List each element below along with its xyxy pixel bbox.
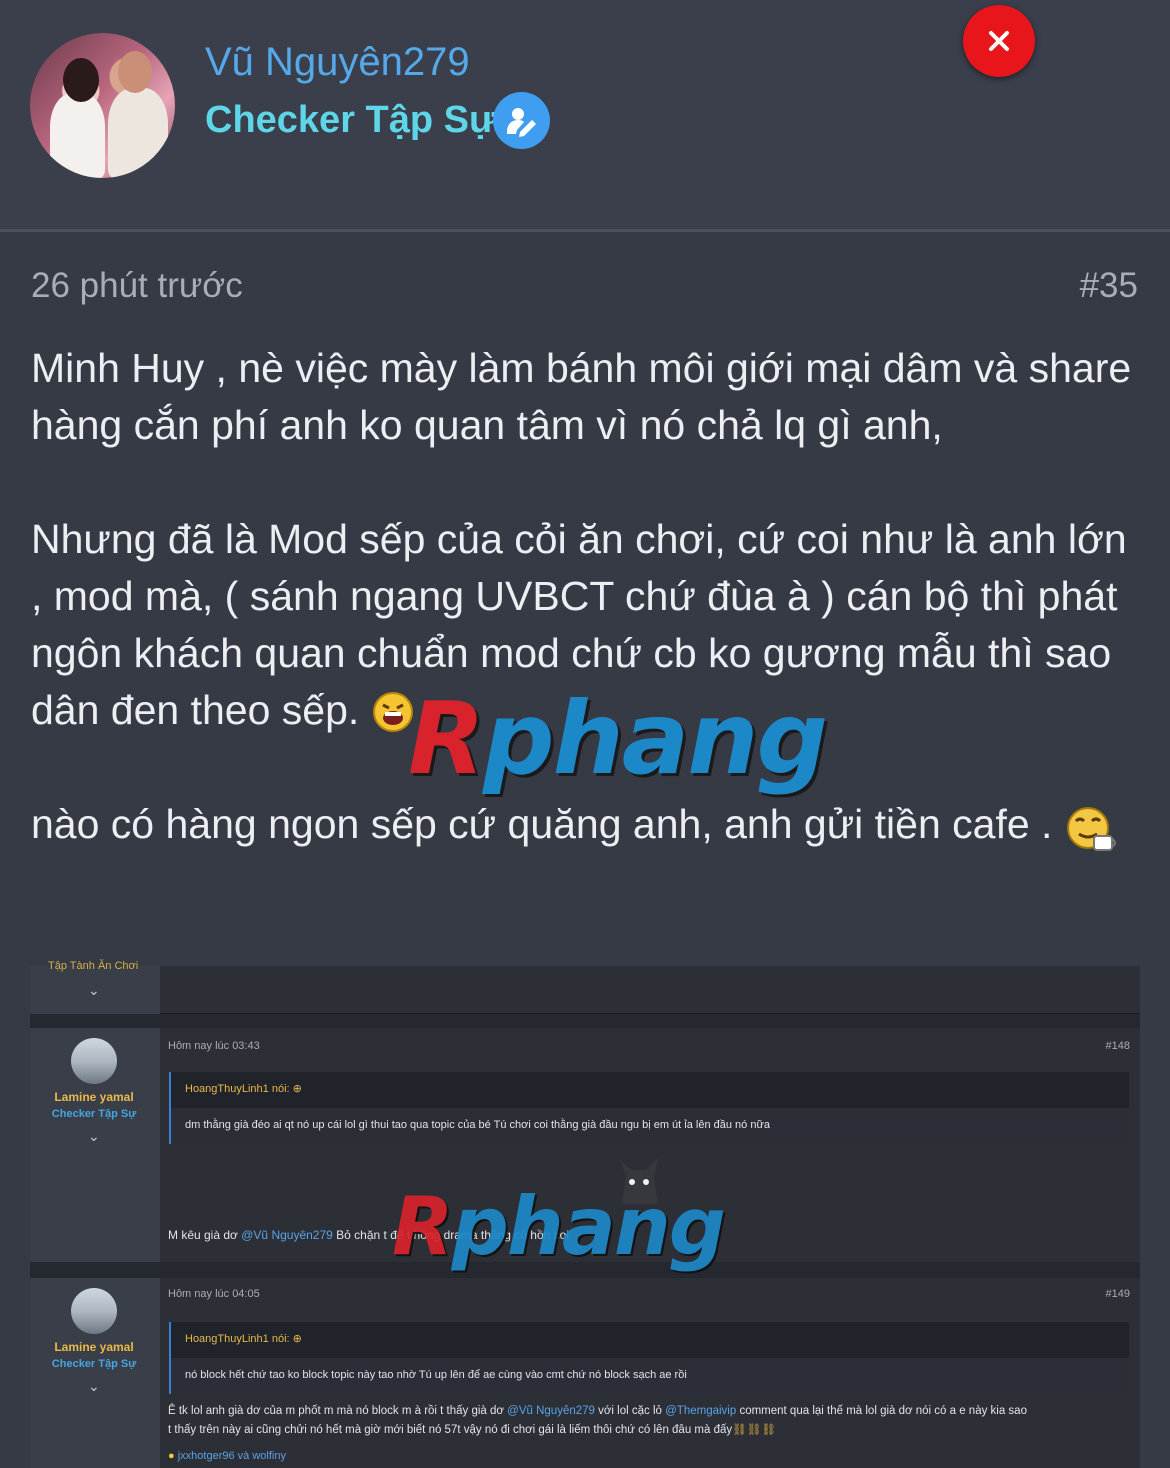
avatar[interactable]: [71, 1288, 117, 1334]
mention-link[interactable]: @Vũ Nguyên279: [241, 1228, 333, 1242]
watermark-blue-part: phang: [451, 1180, 726, 1273]
message-number[interactable]: #148: [1106, 1040, 1130, 1052]
mention-link[interactable]: @Vũ Nguyên279: [507, 1405, 595, 1417]
reactions-text: jxxhotger96 và wolfiny: [177, 1450, 286, 1462]
post-paragraph-3: nào có hàng ngon sếp cứ quăng anh, anh g…: [31, 796, 1141, 853]
quote-author[interactable]: HoangThuyLinh1 nói: ⊕: [185, 1332, 302, 1345]
message-author-role: Checker Tập Sự: [51, 1108, 137, 1120]
message-author-role: Checker Tập Sự: [51, 1358, 137, 1370]
message-time: Hôm nay lúc 03:43: [168, 1040, 260, 1052]
cut-off-title: Tập Tành Ăn Chơi: [48, 960, 139, 972]
watermark-blue-part: phang: [483, 680, 828, 797]
quote-text: nó block hết chứ tao ko block topic này …: [185, 1369, 687, 1381]
watermark-red-part: R: [392, 1180, 454, 1273]
post-paragraph-1: Minh Huy , nè việc mày làm bánh môi giới…: [31, 345, 1132, 448]
message-text-part: Ê tk lol anh già dơ của m phốt m mà nó b…: [168, 1405, 508, 1417]
message-author[interactable]: Lamine yamal: [30, 1340, 158, 1354]
message-text-part: comment qua lại thế mà lol già dơ nói có…: [736, 1405, 1027, 1417]
avatar[interactable]: [71, 1038, 117, 1084]
message-text-part: M kêu già dơ: [168, 1228, 242, 1242]
mention-link[interactable]: @Themgaivip: [665, 1405, 736, 1417]
username[interactable]: Vũ Nguyên279: [205, 40, 470, 85]
rphang-watermark-logo-small: Rphang: [392, 1180, 726, 1273]
message-text-part: t thấy trên này ai cũng chửi nó hết mà g…: [168, 1424, 733, 1436]
user-edit-icon: [493, 92, 550, 149]
quote-author-text: HoangThuyLinh1 nói:: [185, 1083, 290, 1095]
reactions[interactable]: ● jxxhotger96 và wolfiny: [168, 1450, 286, 1462]
profile-header: Vũ Nguyên279 Checker Tập Sự: [0, 0, 1170, 232]
user-role: Checker Tập Sự: [205, 99, 497, 141]
arrow-up-circle-icon[interactable]: ⊕: [293, 1083, 302, 1095]
arrow-up-circle-icon[interactable]: ⊕: [293, 1333, 302, 1345]
laughing-emoji-icon: ●: [168, 1450, 175, 1462]
close-button[interactable]: [963, 5, 1035, 77]
quote-author-text: HoangThuyLinh1 nói:: [185, 1333, 290, 1345]
post-paragraph-3-text: nào có hàng ngon sếp cứ quăng anh, anh g…: [31, 801, 1053, 847]
post-timestamp: 26 phút trước: [31, 266, 243, 305]
message-text-part: với lol cặc lỏ: [594, 1405, 666, 1417]
quote-block: HoangThuyLinh1 nói: ⊕ nó block hết chứ t…: [169, 1322, 1129, 1394]
quote-author[interactable]: HoangThuyLinh1 nói: ⊕: [185, 1082, 302, 1095]
post-number[interactable]: #35: [1080, 266, 1138, 306]
chevron-down-icon[interactable]: ⌄: [88, 982, 100, 999]
screenshot-top-row: Tập Tành Ăn Chơi ⌄: [30, 960, 1140, 1014]
handcuffs-emoji-icon: ⛓⛓⛓: [732, 1424, 776, 1436]
message-number[interactable]: #149: [1106, 1288, 1130, 1300]
quote-block: HoangThuyLinh1 nói: ⊕ dm thằng già đéo a…: [169, 1072, 1129, 1144]
message-text: Ê tk lol anh già dơ của m phốt m mà nó b…: [168, 1402, 1133, 1440]
coffee-emoji-icon: [1064, 804, 1116, 852]
message-time: Hôm nay lúc 04:05: [168, 1288, 260, 1300]
message-149: Lamine yamal Checker Tập Sự ⌄ Hôm nay lú…: [30, 1278, 1140, 1468]
avatar[interactable]: [30, 33, 175, 178]
chevron-down-icon[interactable]: ⌄: [88, 1378, 100, 1395]
chevron-down-icon[interactable]: ⌄: [88, 1128, 100, 1145]
rphang-watermark-logo: Rphang: [408, 680, 828, 797]
watermark-red-part: R: [408, 680, 485, 797]
message-author[interactable]: Lamine yamal: [30, 1090, 158, 1104]
close-icon: [989, 31, 1009, 51]
quote-text: dm thằng già đéo ai qt nó up cái lol gì …: [185, 1119, 770, 1131]
